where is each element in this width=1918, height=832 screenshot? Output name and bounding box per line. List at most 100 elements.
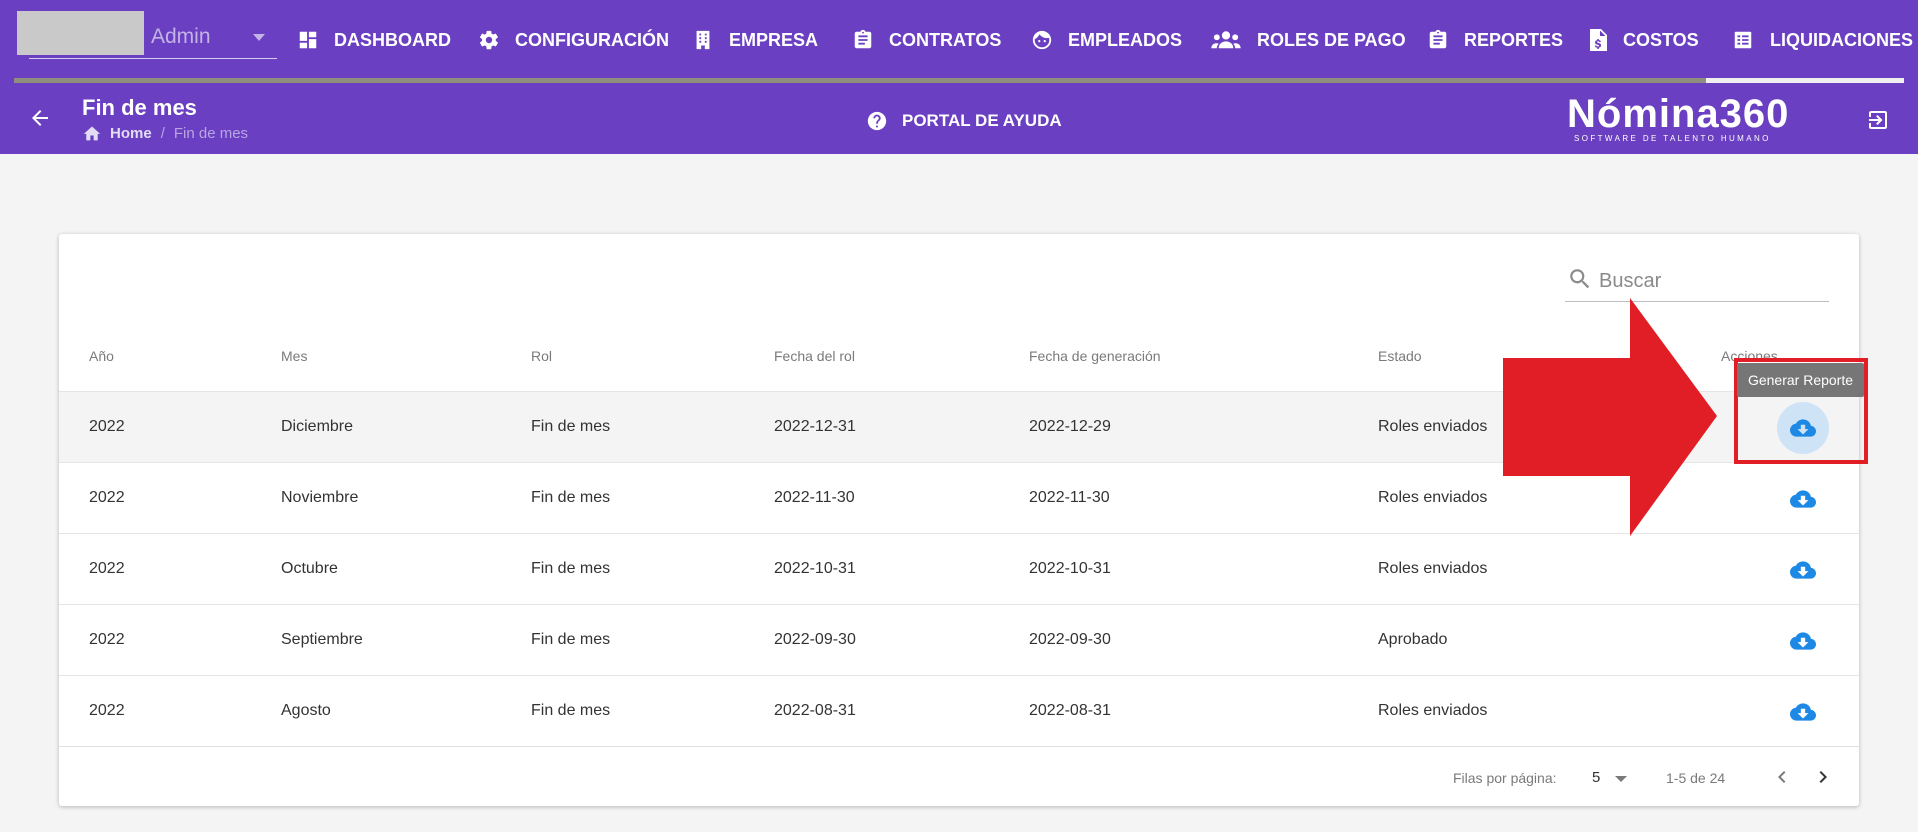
cell-fecha-generacion: 2022-09-30 — [1029, 631, 1111, 648]
column-header-rol[interactable]: Rol — [531, 348, 552, 364]
table-row[interactable]: 2022 Octubre Fin de mes 2022-10-31 2022-… — [59, 533, 1859, 604]
cell-fecha-rol: 2022-11-30 — [774, 489, 855, 506]
column-header-mes[interactable]: Mes — [281, 348, 307, 364]
page-title: Fin de mes — [82, 95, 197, 120]
cell-fecha-rol: 2022-10-31 — [774, 560, 856, 577]
list-icon — [1731, 29, 1755, 51]
cell-fecha-rol: 2022-09-30 — [774, 631, 856, 648]
cell-anio: 2022 — [89, 560, 125, 577]
page-header: Fin de mes Home / Fin de mes PORTAL DE A… — [0, 86, 1918, 154]
nav-active-indicator — [1706, 78, 1904, 83]
table-pagination: Filas por página: 5 1-5 de 24 — [59, 746, 1859, 806]
rows-per-page-select[interactable]: 5 — [1592, 769, 1600, 786]
cloud-download-icon — [1790, 703, 1816, 721]
cloud-download-icon — [1790, 561, 1816, 579]
nav-liquidaciones-label: LIQUIDACIONES — [1770, 29, 1914, 50]
table-row[interactable]: 2022 Septiembre Fin de mes 2022-09-30 20… — [59, 604, 1859, 675]
search-icon — [1567, 266, 1593, 297]
cell-rol: Fin de mes — [531, 560, 611, 577]
cell-fecha-generacion: 2022-10-31 — [1029, 560, 1111, 577]
breadcrumb: Home / Fin de mes — [82, 124, 248, 142]
search-field[interactable] — [1565, 260, 1829, 302]
pagination-range: 1-5 de 24 — [1666, 770, 1726, 786]
nav-configuracion[interactable]: CONFIGURACIÓN — [478, 26, 669, 54]
generate-report-button[interactable] — [1777, 473, 1829, 525]
nav-roles-de-pago[interactable]: ROLES DE PAGO — [1210, 26, 1406, 54]
brand-logo: Nómina360 — [1567, 92, 1790, 136]
cell-estado: Aprobado — [1378, 631, 1448, 648]
cell-rol: Fin de mes — [531, 489, 611, 506]
cell-mes: Noviembre — [281, 489, 359, 506]
breadcrumb-home[interactable]: Home — [110, 125, 152, 142]
cell-estado: Roles enviados — [1378, 418, 1488, 435]
column-header-estado[interactable]: Estado — [1378, 348, 1422, 364]
nav-configuracion-label: CONFIGURACIÓN — [515, 29, 669, 50]
table-row[interactable]: 2022 Agosto Fin de mes 2022-08-31 2022-0… — [59, 675, 1859, 746]
invoice-icon — [1588, 28, 1608, 52]
red-arrow-annotation — [1503, 298, 1717, 536]
nav-contratos-label: CONTRATOS — [889, 29, 1002, 50]
column-header-fecha-generacion[interactable]: Fecha de generación — [1029, 348, 1161, 364]
gear-icon — [478, 29, 500, 51]
breadcrumb-current: Fin de mes — [173, 124, 249, 142]
chevron-right-icon[interactable] — [1811, 765, 1835, 789]
column-header-anio[interactable]: Año — [89, 348, 114, 364]
cell-mes: Diciembre — [281, 418, 354, 435]
user-select-label: Admin — [151, 25, 211, 48]
tooltip: Generar Reporte — [1737, 363, 1864, 397]
nav-reportes-label: REPORTES — [1464, 29, 1564, 50]
help-icon — [866, 110, 888, 132]
nav-liquidaciones[interactable]: LIQUIDACIONES — [1731, 26, 1913, 54]
nav-roles-de-pago-label: ROLES DE PAGO — [1257, 29, 1406, 50]
chevron-left-icon[interactable] — [1770, 765, 1794, 789]
nav-empleados-label: EMPLEADOS — [1068, 29, 1183, 50]
cell-anio: 2022 — [89, 631, 125, 648]
cell-estado: Roles enviados — [1378, 560, 1488, 577]
cell-anio: 2022 — [89, 702, 125, 719]
cell-fecha-rol: 2022-12-31 — [774, 418, 856, 435]
cell-anio: 2022 — [89, 418, 125, 435]
nav-costos[interactable]: COSTOS — [1588, 26, 1699, 54]
generate-report-button[interactable] — [1777, 544, 1829, 596]
nav-reportes[interactable]: REPORTES — [1427, 26, 1563, 54]
nav-empleados[interactable]: EMPLEADOS — [1031, 26, 1182, 54]
cloud-download-icon — [1790, 490, 1816, 508]
cell-rol: Fin de mes — [531, 702, 611, 719]
face-icon — [1031, 29, 1053, 51]
cell-estado: Roles enviados — [1378, 489, 1488, 506]
back-arrow-icon[interactable] — [28, 106, 52, 130]
nav-dashboard-label: DASHBOARD — [334, 29, 451, 50]
building-icon — [692, 28, 714, 52]
cell-anio: 2022 — [89, 489, 125, 506]
nav-active-indicator-track — [14, 78, 1904, 83]
column-header-fecha-rol[interactable]: Fecha del rol — [774, 348, 855, 364]
search-input[interactable] — [1599, 266, 1819, 296]
generate-report-button[interactable] — [1777, 615, 1829, 667]
rows-per-page-label: Filas por página: — [1453, 770, 1557, 786]
cell-fecha-generacion: 2022-11-30 — [1029, 489, 1110, 506]
clipboard-icon — [852, 29, 874, 51]
cell-fecha-generacion: 2022-08-31 — [1029, 702, 1111, 719]
top-navbar: Admin DASHBOARD CONFIGURACIÓN EMPRESA CO… — [0, 0, 1918, 86]
home-icon[interactable] — [82, 124, 102, 142]
breadcrumb-separator: / — [160, 124, 165, 142]
nav-dashboard[interactable]: DASHBOARD — [297, 26, 451, 54]
cell-mes: Agosto — [281, 702, 331, 719]
nav-empresa[interactable]: EMPRESA — [692, 26, 818, 54]
cloud-download-icon — [1790, 632, 1816, 650]
chevron-down-icon[interactable] — [1615, 776, 1627, 782]
nav-costos-label: COSTOS — [1623, 29, 1699, 50]
people-icon — [1210, 29, 1242, 51]
logout-icon[interactable] — [1866, 108, 1890, 132]
clipboard-icon — [1427, 29, 1449, 51]
cell-mes: Septiembre — [281, 631, 363, 648]
cell-mes: Octubre — [281, 560, 338, 577]
generate-report-button[interactable] — [1777, 686, 1829, 738]
cell-rol: Fin de mes — [531, 631, 611, 648]
nav-contratos[interactable]: CONTRATOS — [852, 26, 1001, 54]
nav-empresa-label: EMPRESA — [729, 29, 819, 50]
dashboard-icon — [297, 29, 319, 51]
cell-estado: Roles enviados — [1378, 702, 1488, 719]
help-portal-link[interactable]: PORTAL DE AYUDA — [866, 110, 1062, 132]
chevron-down-icon[interactable] — [253, 34, 265, 41]
